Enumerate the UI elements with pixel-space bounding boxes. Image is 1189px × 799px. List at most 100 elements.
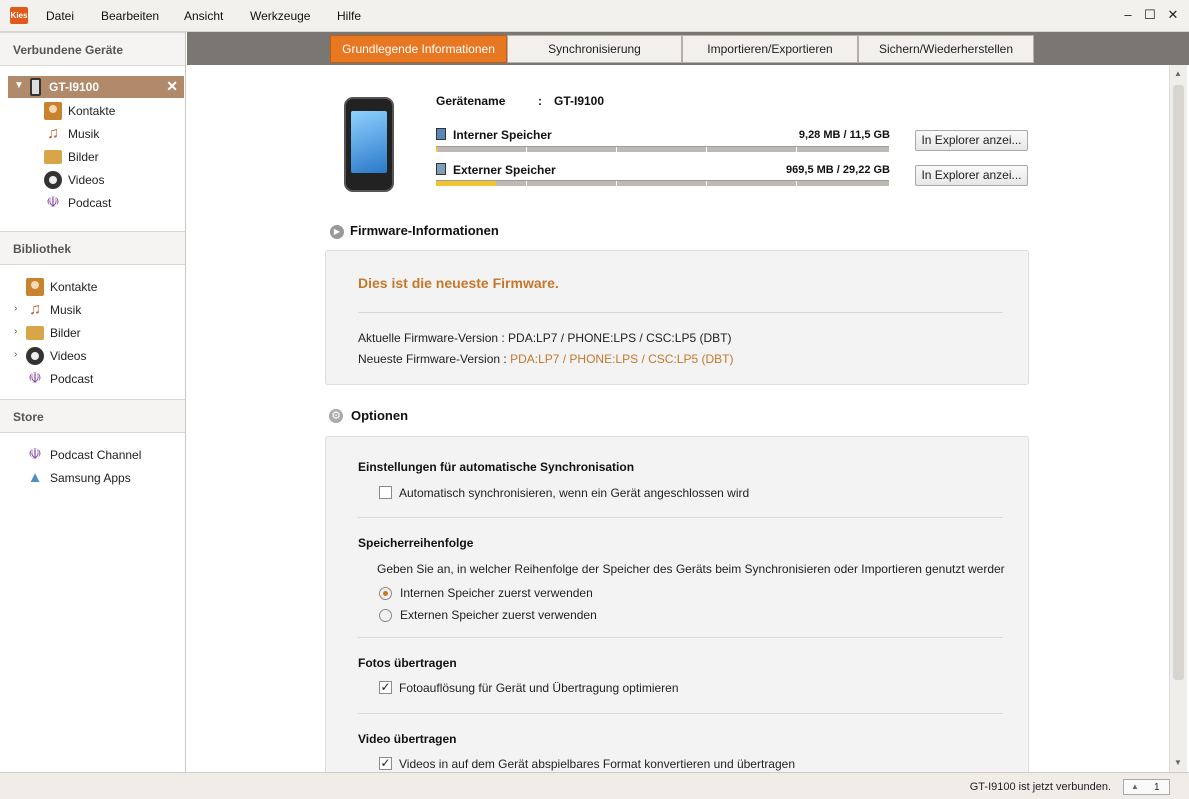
page-up-icon[interactable]: ▲ bbox=[1131, 782, 1139, 791]
firmware-panel: Dies ist die neueste Firmware. Aktuelle … bbox=[325, 250, 1029, 385]
music-note-icon: ♫ bbox=[29, 301, 41, 318]
podcast-icon: ☫ bbox=[46, 194, 60, 211]
menu-bar: Kies Datei Bearbeiten Ansicht Werkzeuge … bbox=[0, 0, 1189, 32]
divider bbox=[358, 312, 1003, 313]
app-logo-icon: Kies bbox=[10, 7, 28, 24]
options-panel: Einstellungen für automatische Synchroni… bbox=[325, 436, 1029, 772]
podcast-icon: ☫ bbox=[28, 370, 42, 387]
tab-sync[interactable]: Synchronisierung bbox=[507, 35, 682, 63]
video-transfer-title: Video übertragen bbox=[358, 732, 457, 746]
photos-optimize-label: Fotoauflösung für Gerät und Übertragung … bbox=[399, 681, 679, 695]
internal-first-radio[interactable] bbox=[379, 587, 392, 600]
firmware-section-title: Firmware-Informationen bbox=[350, 223, 499, 238]
external-first-radio[interactable] bbox=[379, 609, 392, 622]
firmware-status: Dies ist die neueste Firmware. bbox=[358, 275, 559, 291]
phone-icon bbox=[30, 78, 41, 96]
close-icon[interactable]: ✕ bbox=[1166, 8, 1180, 22]
main-content: Gerätename : GT-I9100 Interner Speicher … bbox=[187, 65, 1169, 772]
bar-segment bbox=[796, 147, 797, 152]
sidebar-item-label: Kontakte bbox=[50, 280, 98, 294]
tab-backup-restore[interactable]: Sichern/Wiederherstellen bbox=[858, 35, 1034, 63]
menu-view[interactable]: Ansicht bbox=[184, 9, 223, 23]
internal-storage-bar bbox=[436, 146, 889, 152]
vertical-scrollbar[interactable]: ▲ ▼ bbox=[1169, 65, 1187, 772]
bar-segment bbox=[706, 181, 707, 186]
sidebar-item-label: Musik bbox=[68, 127, 100, 141]
external-storage-label: Externer Speicher bbox=[453, 163, 556, 177]
sidebar-item-label: Bilder bbox=[50, 326, 81, 340]
photos-transfer-title: Fotos übertragen bbox=[358, 656, 457, 670]
menu-help[interactable]: Hilfe bbox=[337, 9, 361, 23]
sd-card-icon bbox=[436, 163, 446, 175]
sidebar-item-label: Videos bbox=[68, 173, 105, 187]
apps-icon: ▲ bbox=[27, 469, 43, 486]
current-firmware-value: PDA:LP7 / PHONE:LPS / CSC:LP5 (DBT) bbox=[508, 331, 732, 345]
menu-file[interactable]: Datei bbox=[46, 9, 74, 23]
current-firmware: Aktuelle Firmware-Version : PDA:LP7 / PH… bbox=[358, 331, 731, 345]
options-section-title: Optionen bbox=[351, 408, 409, 423]
connected-devices-header: Verbundene Geräte bbox=[0, 32, 185, 66]
disconnect-icon[interactable]: ✕ bbox=[166, 78, 178, 95]
contacts-icon bbox=[26, 278, 44, 296]
device-name-label: GT-I9100 bbox=[49, 80, 100, 94]
divider bbox=[358, 713, 1003, 714]
page-control[interactable]: ▲ 1 bbox=[1123, 779, 1170, 795]
menu-edit[interactable]: Bearbeiten bbox=[101, 9, 159, 23]
sidebar-item-label: Kontakte bbox=[68, 104, 116, 118]
bar-segment bbox=[526, 181, 527, 186]
latest-firmware: Neueste Firmware-Version : PDA:LP7 / PHO… bbox=[358, 352, 733, 366]
storage-order-title: Speicherreihenfolge bbox=[358, 536, 474, 550]
expand-arrow-icon[interactable]: › bbox=[14, 326, 17, 337]
latest-firmware-value: PDA:LP7 / PHONE:LPS / CSC:LP5 (DBT) bbox=[510, 352, 734, 366]
sidebar-item-label: Podcast Channel bbox=[50, 448, 142, 462]
auto-sync-checkbox[interactable] bbox=[379, 486, 392, 499]
sidebar-item-label: Podcast bbox=[68, 196, 112, 210]
divider bbox=[358, 517, 1003, 518]
tab-import-export[interactable]: Importieren/Exportieren bbox=[682, 35, 858, 63]
external-storage-fill bbox=[436, 181, 496, 186]
expand-arrow-icon[interactable]: › bbox=[14, 303, 17, 314]
video-convert-checkbox[interactable]: ✓ bbox=[379, 757, 392, 770]
film-reel-icon bbox=[26, 347, 44, 365]
bar-segment bbox=[616, 147, 617, 152]
gear-icon: ⚙ bbox=[329, 409, 343, 423]
internal-explorer-button[interactable]: In Explorer anzei... bbox=[915, 130, 1028, 151]
sidebar-item-label: Musik bbox=[50, 303, 82, 317]
external-first-label: Externen Speicher zuerst verwenden bbox=[400, 608, 597, 622]
bar-segment bbox=[796, 181, 797, 186]
current-firmware-label: Aktuelle Firmware-Version : bbox=[358, 331, 509, 345]
menu-tools[interactable]: Werkzeuge bbox=[250, 9, 310, 23]
device-image bbox=[344, 97, 394, 192]
scroll-up-icon[interactable]: ▲ bbox=[1174, 69, 1182, 78]
sidebar-item-label: Videos bbox=[50, 349, 87, 363]
scroll-thumb[interactable] bbox=[1173, 85, 1184, 680]
sidebar-device-gt-i9100[interactable]: ▼ GT-I9100 ✕ bbox=[8, 76, 184, 98]
tab-basic-info[interactable]: Grundlegende Informationen bbox=[330, 35, 507, 63]
external-explorer-button[interactable]: In Explorer anzei... bbox=[915, 165, 1028, 186]
video-convert-label: Videos in auf dem Gerät abspielbares For… bbox=[399, 757, 796, 771]
play-circle-icon[interactable]: ▶ bbox=[330, 225, 344, 239]
contacts-icon bbox=[44, 102, 62, 120]
tab-bar: Grundlegende Informationen Synchronisier… bbox=[187, 32, 1189, 65]
bar-segment bbox=[526, 147, 527, 152]
photos-optimize-checkbox[interactable]: ✓ bbox=[379, 681, 392, 694]
scroll-down-icon[interactable]: ▼ bbox=[1174, 758, 1182, 767]
status-bar: GT-I9100 ist jetzt verbunden. ▲ 1 bbox=[0, 772, 1189, 799]
music-note-icon: ♫ bbox=[47, 125, 59, 142]
folder-icon bbox=[44, 150, 62, 164]
sidebar: Verbundene Geräte ▼ GT-I9100 ✕ Kontakte … bbox=[0, 32, 186, 772]
chevron-down-icon[interactable]: ▼ bbox=[14, 80, 24, 91]
device-name-separator: : bbox=[538, 94, 542, 108]
device-name-label: Gerätename bbox=[436, 94, 506, 108]
minimize-icon[interactable]: – bbox=[1121, 8, 1135, 22]
folder-icon bbox=[26, 326, 44, 340]
page-number: 1 bbox=[1154, 782, 1160, 793]
internal-first-label: Internen Speicher zuerst verwenden bbox=[400, 586, 593, 600]
bar-segment bbox=[706, 147, 707, 152]
auto-sync-title: Einstellungen für automatische Synchroni… bbox=[358, 460, 635, 474]
sidebar-item-label: Samsung Apps bbox=[50, 471, 131, 485]
maximize-icon[interactable]: ☐ bbox=[1143, 8, 1157, 22]
expand-arrow-icon[interactable]: › bbox=[14, 349, 17, 360]
internal-storage-icon bbox=[436, 128, 446, 140]
bar-segment bbox=[616, 181, 617, 186]
